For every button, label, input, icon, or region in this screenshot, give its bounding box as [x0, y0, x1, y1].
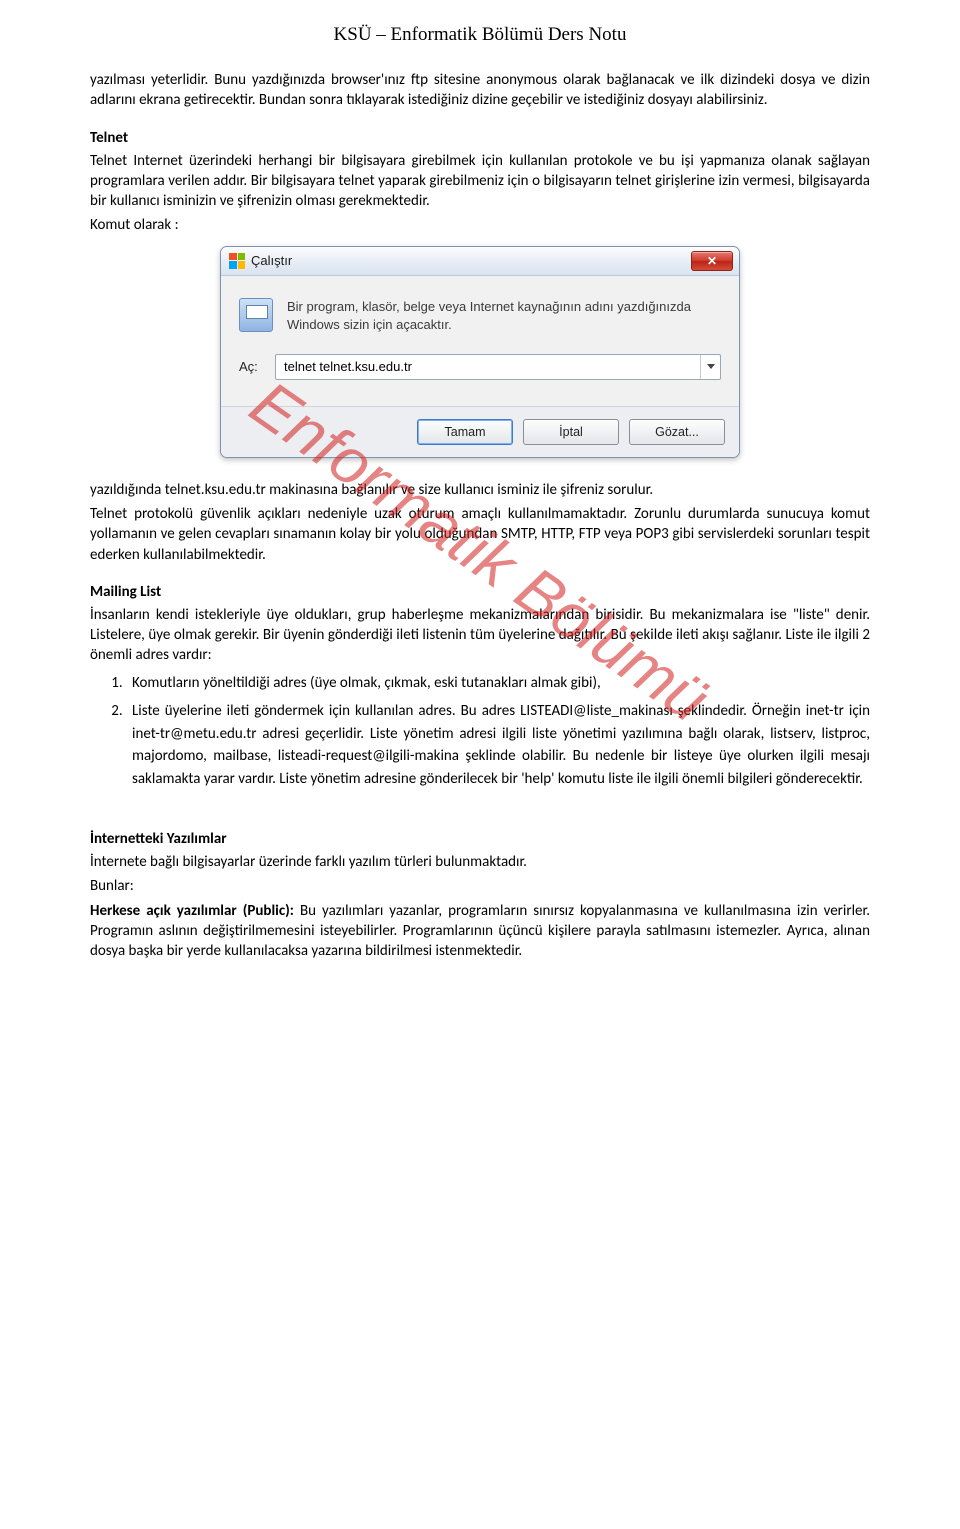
software-heading: İnternetteki Yazılımlar — [90, 830, 870, 848]
browse-button[interactable]: Gözat... — [629, 419, 725, 445]
open-input[interactable] — [276, 359, 700, 374]
list-item: Liste üyelerine ileti göndermek için kul… — [126, 700, 870, 790]
ok-button[interactable]: Tamam — [417, 419, 513, 445]
mailing-heading: Mailing List — [90, 583, 870, 601]
software-public: Herkese açık yazılımlar (Public): Bu yaz… — [90, 901, 870, 962]
cancel-button[interactable]: İptal — [523, 419, 619, 445]
list-item: Komutların yöneltildiği adres (üye olmak… — [126, 672, 870, 695]
software-p1: İnternete bağlı bilgisayarlar üzerinde f… — [90, 852, 870, 872]
after-dialog-p1: yazıldığında telnet.ksu.edu.tr makinasın… — [90, 480, 870, 500]
close-button[interactable]: ✕ — [691, 251, 733, 271]
page-header: KSÜ – Enformatik Bölümü Ders Notu — [90, 24, 870, 46]
dialog-description: Bir program, klasör, belge veya Internet… — [287, 298, 721, 334]
telnet-paragraph: Telnet Internet üzerindeki herhangi bir … — [90, 151, 870, 212]
after-dialog-p2: Telnet protokolü güvenlik açıkları neden… — [90, 504, 870, 565]
open-label: Aç: — [239, 359, 265, 374]
intro-paragraph: yazılması yeterlidir. Bunu yazdığınızda … — [90, 70, 870, 111]
software-bunlar: Bunlar: — [90, 876, 870, 896]
dialog-title: Çalıştır — [251, 253, 292, 268]
combo-dropdown-button[interactable] — [700, 355, 720, 379]
public-label: Herkese açık yazılımlar (Public): — [90, 902, 300, 920]
telnet-heading: Telnet — [90, 129, 870, 147]
dialog-titlebar: Çalıştır ✕ — [221, 247, 739, 276]
mailing-paragraph: İnsanların kendi istekleriyle üye oldukl… — [90, 605, 870, 666]
komut-label: Komut olarak : — [90, 215, 870, 235]
close-icon: ✕ — [707, 255, 717, 267]
mailing-list: Komutların yöneltildiği adres (üye olmak… — [126, 672, 870, 791]
run-dialog: Çalıştır ✕ Bir program, klasör, belge ve… — [220, 246, 740, 458]
open-combobox[interactable] — [275, 354, 721, 380]
windows-flag-icon — [229, 253, 245, 269]
run-icon — [239, 298, 273, 332]
chevron-down-icon — [707, 364, 715, 369]
